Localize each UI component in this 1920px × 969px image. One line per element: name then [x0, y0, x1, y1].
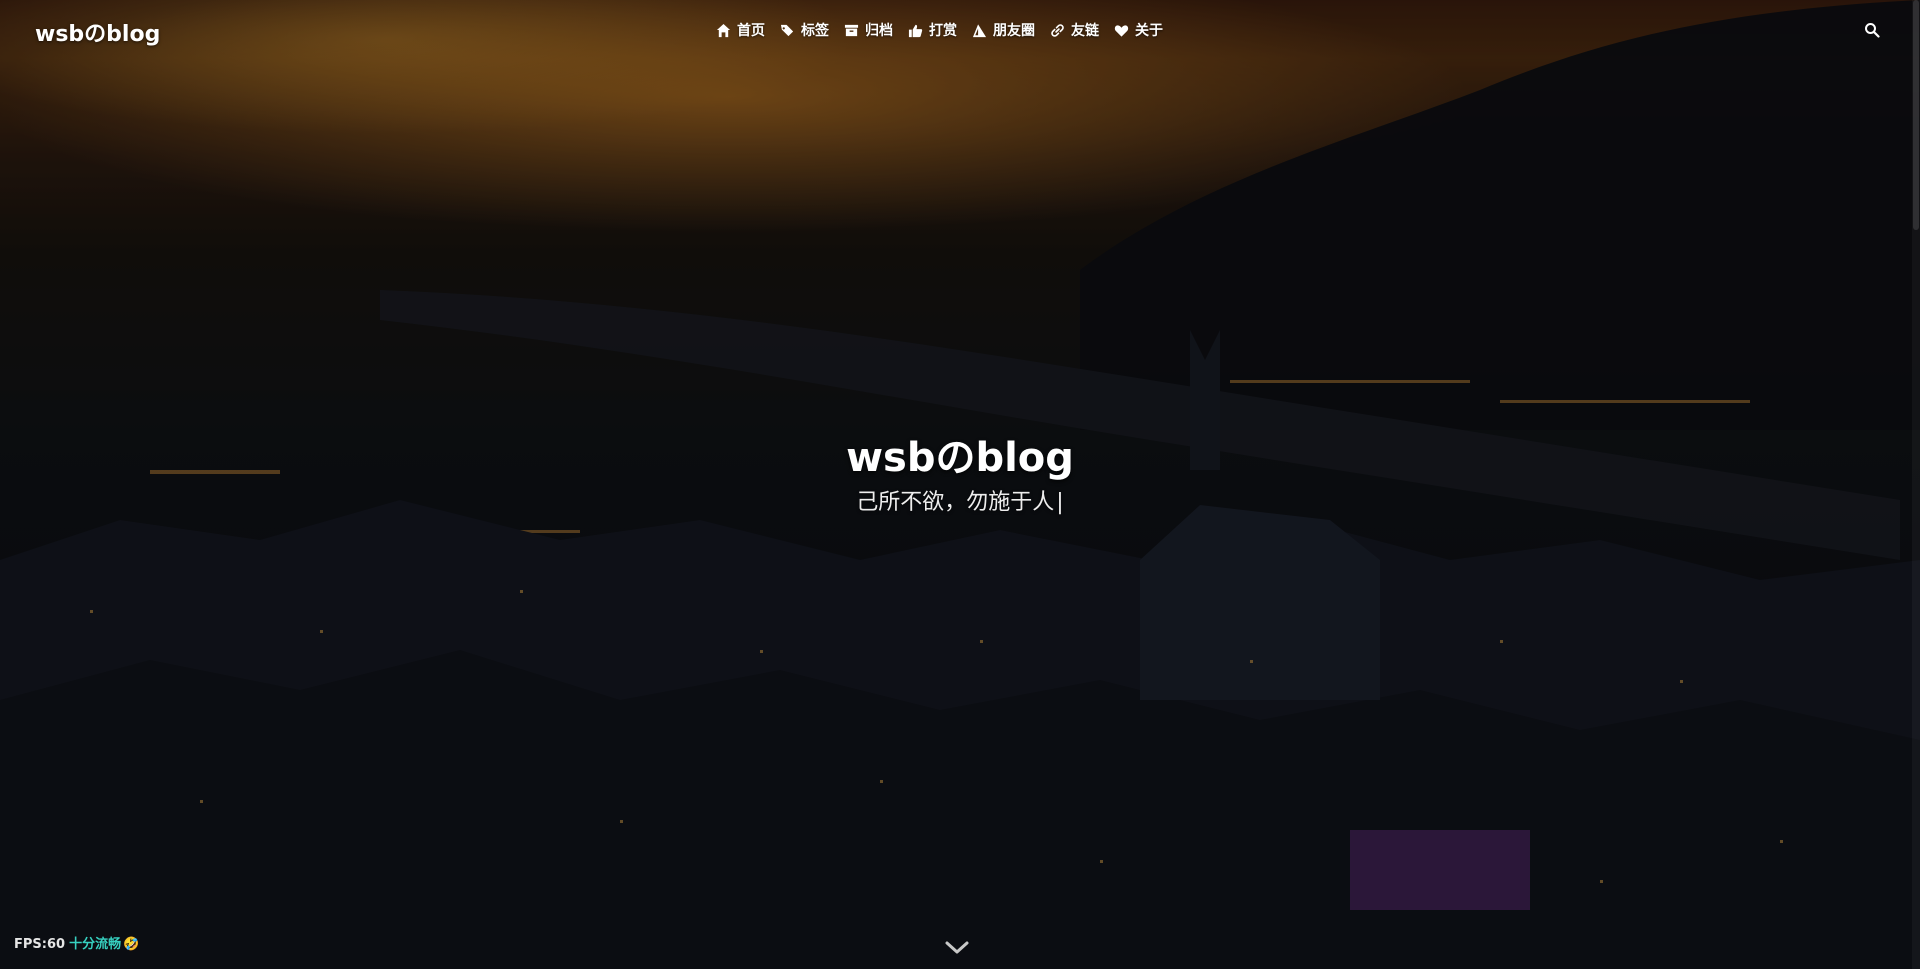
- nav-item-label: 归档: [865, 23, 893, 39]
- fps-meter: FPS:60 十分流畅 🤣: [14, 933, 139, 952]
- fps-status-text: 十分流畅: [69, 937, 122, 952]
- search-button[interactable]: [1864, 22, 1880, 38]
- nav-item-tags[interactable]: 标签: [780, 20, 829, 40]
- nav-item-label: 关于: [1135, 23, 1163, 39]
- scrollbar-thumb[interactable]: [1913, 0, 1919, 230]
- hero-title: wsbのblog: [846, 435, 1074, 481]
- hero-subtitle: 己所不欲，勿施于人: [856, 490, 1055, 515]
- tags-icon: [780, 23, 795, 38]
- fps-emoji: 🤣: [123, 937, 140, 952]
- fps-label: FPS:60: [14, 937, 66, 952]
- nav-item-label: 标签: [801, 23, 829, 39]
- blog-home-page: wsbのblog 首页 标签 归档 打赏 朋友圈 友链 关于 wsbのblog …: [0, 0, 1920, 969]
- nav-item-label: 朋友圈: [993, 23, 1035, 39]
- main-nav: 首页 标签 归档 打赏 朋友圈 友链 关于: [716, 20, 1178, 40]
- search-icon: [1865, 23, 1880, 38]
- nav-item-label: 友链: [1071, 23, 1099, 39]
- chevron-down-icon: [945, 941, 969, 954]
- nav-item-archive[interactable]: 归档: [844, 20, 893, 40]
- nav-item-home[interactable]: 首页: [716, 20, 765, 40]
- thumbs-up-icon: [908, 23, 923, 38]
- link-icon: [1050, 23, 1065, 38]
- nav-item-links[interactable]: 友链: [1050, 20, 1099, 40]
- nav-item-label: 打赏: [929, 23, 957, 39]
- page-scrollbar[interactable]: [1912, 0, 1920, 969]
- nav-item-about[interactable]: 关于: [1114, 20, 1163, 40]
- home-icon: [716, 23, 731, 38]
- heart-icon: [1114, 23, 1129, 38]
- triangle-icon: [972, 23, 987, 38]
- typing-cursor: |: [1056, 490, 1064, 515]
- nav-item-label: 首页: [737, 23, 765, 39]
- nav-item-moments[interactable]: 朋友圈: [972, 20, 1035, 40]
- scroll-down-button[interactable]: [944, 939, 970, 957]
- hero-subtitle-wrap: 己所不欲，勿施于人|: [0, 484, 1920, 516]
- nav-item-reward[interactable]: 打赏: [908, 20, 957, 40]
- archive-icon: [844, 23, 859, 38]
- site-logo[interactable]: wsbのblog: [35, 16, 160, 48]
- site-header: wsbのblog 首页 标签 归档 打赏 朋友圈 友链 关于: [0, 0, 1920, 62]
